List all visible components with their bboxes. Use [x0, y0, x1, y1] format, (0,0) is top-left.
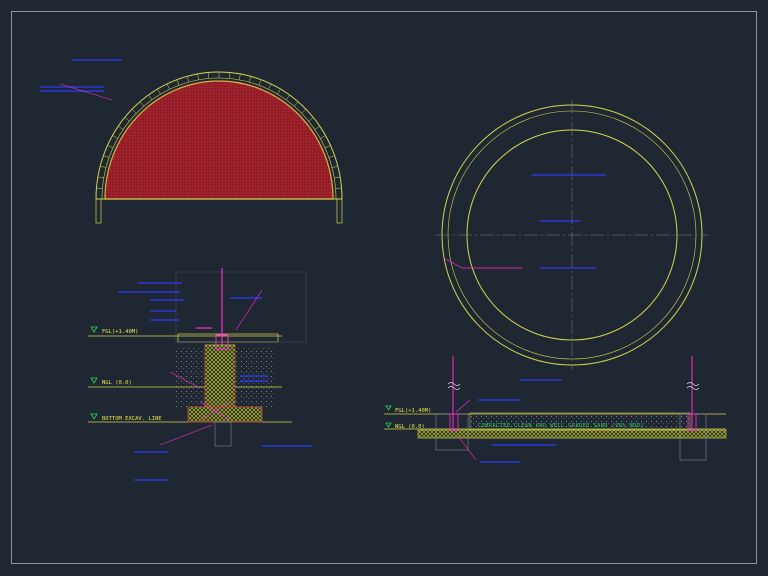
dome-frame-rib — [331, 165, 338, 168]
dome-elevation — [40, 59, 343, 224]
dome-frame-rib — [166, 83, 170, 90]
sheet-border — [11, 11, 757, 564]
dome-right-post — [336, 198, 343, 224]
dome-frame-rib — [324, 145, 331, 149]
dome-frame-rib — [301, 109, 307, 114]
dome-frame-rib — [118, 125, 124, 130]
dome-frame-rib — [157, 88, 161, 95]
dome-frame-rib — [96, 187, 103, 189]
dome-frame-rib — [176, 79, 180, 86]
dome-frame-rib — [131, 109, 137, 114]
bottom-excav-label: BOTTOM EXCAV. LINE — [102, 416, 162, 422]
dome-frame-rib — [285, 94, 290, 101]
dome-frame-rib — [208, 72, 210, 79]
dome-frame-rib — [107, 145, 114, 149]
ngl-marker — [90, 377, 98, 384]
detail-frame — [175, 271, 307, 343]
dome-frame-rib — [100, 165, 107, 168]
dome-frame-rib — [97, 176, 104, 179]
dome-frame-rib — [335, 187, 342, 189]
dome-frame-rib — [320, 135, 326, 139]
cad-drawing-sheet: FGL(+1.40M) NGL (0.0) BOTTOM EXCAV. LINE — [11, 11, 757, 564]
dome-frame-rib — [112, 135, 118, 139]
right-break-mark — [686, 382, 700, 390]
footing-pad — [187, 406, 263, 423]
fgl-marker — [90, 326, 98, 333]
dome-frame-rib — [328, 155, 335, 158]
leader-plan-arrow — [443, 257, 522, 269]
ring-fgl-label: FGL(+1.40M) — [395, 408, 431, 414]
dome-frame-rib — [334, 176, 341, 179]
dome-frame-rib — [103, 155, 110, 158]
dome-mesh — [104, 80, 334, 200]
pedestal — [204, 344, 236, 408]
ring-plan — [436, 100, 708, 370]
bottom-marker — [90, 413, 98, 420]
left-break-mark — [447, 382, 461, 390]
ngl-label: NGL (0.0) — [102, 380, 132, 386]
dome-frame-rib — [268, 83, 272, 90]
dome-frame-rib — [124, 117, 130, 122]
ring-section: FGL(+1.40M) NGL (0.0) COMPACTED CLEAN AN… — [384, 356, 727, 463]
dome-frame-rib — [277, 88, 281, 95]
dome-frame-rib — [186, 76, 189, 83]
dome-frame-rib — [239, 73, 241, 80]
blinding — [214, 421, 232, 447]
fgl-label: FGL(+1.40M) — [102, 329, 138, 335]
dome-frame-rib — [314, 125, 320, 130]
dome-frame-rib — [308, 117, 314, 122]
ring-ngl-label: NGL (0.0) — [395, 424, 425, 430]
dome-frame-rib — [228, 72, 230, 79]
dome-frame-rib — [197, 73, 199, 80]
dome-frame-rib — [148, 94, 153, 101]
fill-note: COMPACTED CLEAN AND WELL GRADED SAND (98… — [478, 423, 644, 429]
dome-frame-rib — [294, 101, 299, 107]
dome-frame-rib — [249, 76, 252, 83]
dome-frame-rib — [258, 79, 262, 86]
dome-frame-rib — [139, 101, 144, 107]
footing-section: FGL(+1.40M) NGL (0.0) BOTTOM EXCAV. LINE — [88, 268, 312, 481]
dome-left-post — [95, 198, 102, 224]
